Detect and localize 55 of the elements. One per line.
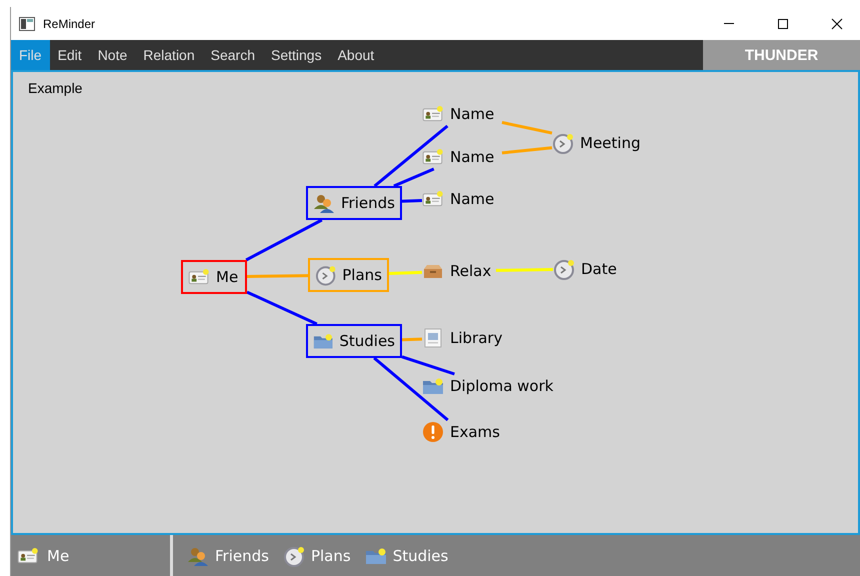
node-label: Plans [342, 266, 382, 284]
mind-map-node[interactable]: Me [181, 260, 247, 294]
breadcrumb-item[interactable]: Friends [215, 546, 269, 564]
node-label: Date [581, 260, 617, 278]
warning-icon [422, 421, 444, 443]
breadcrumb-item[interactable]: Studies [392, 546, 448, 564]
node-label: Library [450, 329, 502, 347]
node-label: Me [216, 268, 238, 286]
clock-icon [315, 264, 336, 286]
mind-map-node[interactable]: Name [422, 102, 502, 126]
clock-icon [552, 132, 574, 154]
menu-item[interactable]: Relation [135, 40, 203, 70]
user-name: THUNDER [703, 40, 860, 70]
minimize-icon [724, 23, 734, 24]
node-label: Meeting [580, 134, 640, 152]
contact-card-icon [422, 148, 444, 166]
mind-map-node[interactable]: Exams [422, 420, 502, 444]
menu-item[interactable]: About [330, 40, 382, 70]
node-label: Diploma work [450, 377, 554, 395]
mind-map-node[interactable]: Relax [422, 259, 496, 283]
node-label: Studies [339, 332, 395, 350]
app-icon [19, 16, 35, 30]
node-label: Name [450, 148, 494, 166]
people-icon [313, 192, 335, 214]
contact-card-icon [17, 546, 39, 564]
contact-card-icon [422, 105, 444, 123]
mind-map-node[interactable]: Name [422, 187, 502, 211]
node-label: Friends [341, 194, 395, 212]
mind-map-node[interactable]: Plans [308, 258, 389, 292]
node-label: Exams [450, 423, 500, 441]
mind-map-node[interactable]: Meeting [552, 131, 646, 155]
menu-item[interactable]: Edit [50, 40, 90, 70]
mind-map-node[interactable]: Date [553, 257, 623, 281]
mind-map-node[interactable]: Studies [306, 324, 402, 358]
document-icon [422, 327, 444, 349]
clock-icon [282, 544, 305, 566]
close-icon [831, 18, 843, 30]
node-label: Relax [450, 262, 492, 280]
mind-map-node[interactable]: Name [422, 145, 502, 169]
window-title: ReMinder [43, 16, 96, 30]
menu-item[interactable]: Search [202, 40, 263, 70]
contact-card-icon [188, 268, 210, 286]
mind-map-node[interactable]: Library [422, 326, 506, 350]
mind-map-node[interactable]: Diploma work [422, 374, 560, 398]
node-label: Name [450, 105, 494, 123]
menu-item[interactable]: Note [90, 40, 136, 70]
maximize-icon [777, 18, 789, 30]
menu-item[interactable]: Settings [263, 40, 330, 70]
map-title: Example [28, 80, 82, 96]
clock-icon [553, 258, 575, 280]
node-label: Name [450, 190, 494, 208]
contact-card-icon [422, 190, 444, 208]
breadcrumb-item[interactable]: Plans [310, 546, 351, 564]
mind-map-node[interactable]: Friends [306, 186, 402, 220]
current-node-label: Me [47, 546, 70, 564]
